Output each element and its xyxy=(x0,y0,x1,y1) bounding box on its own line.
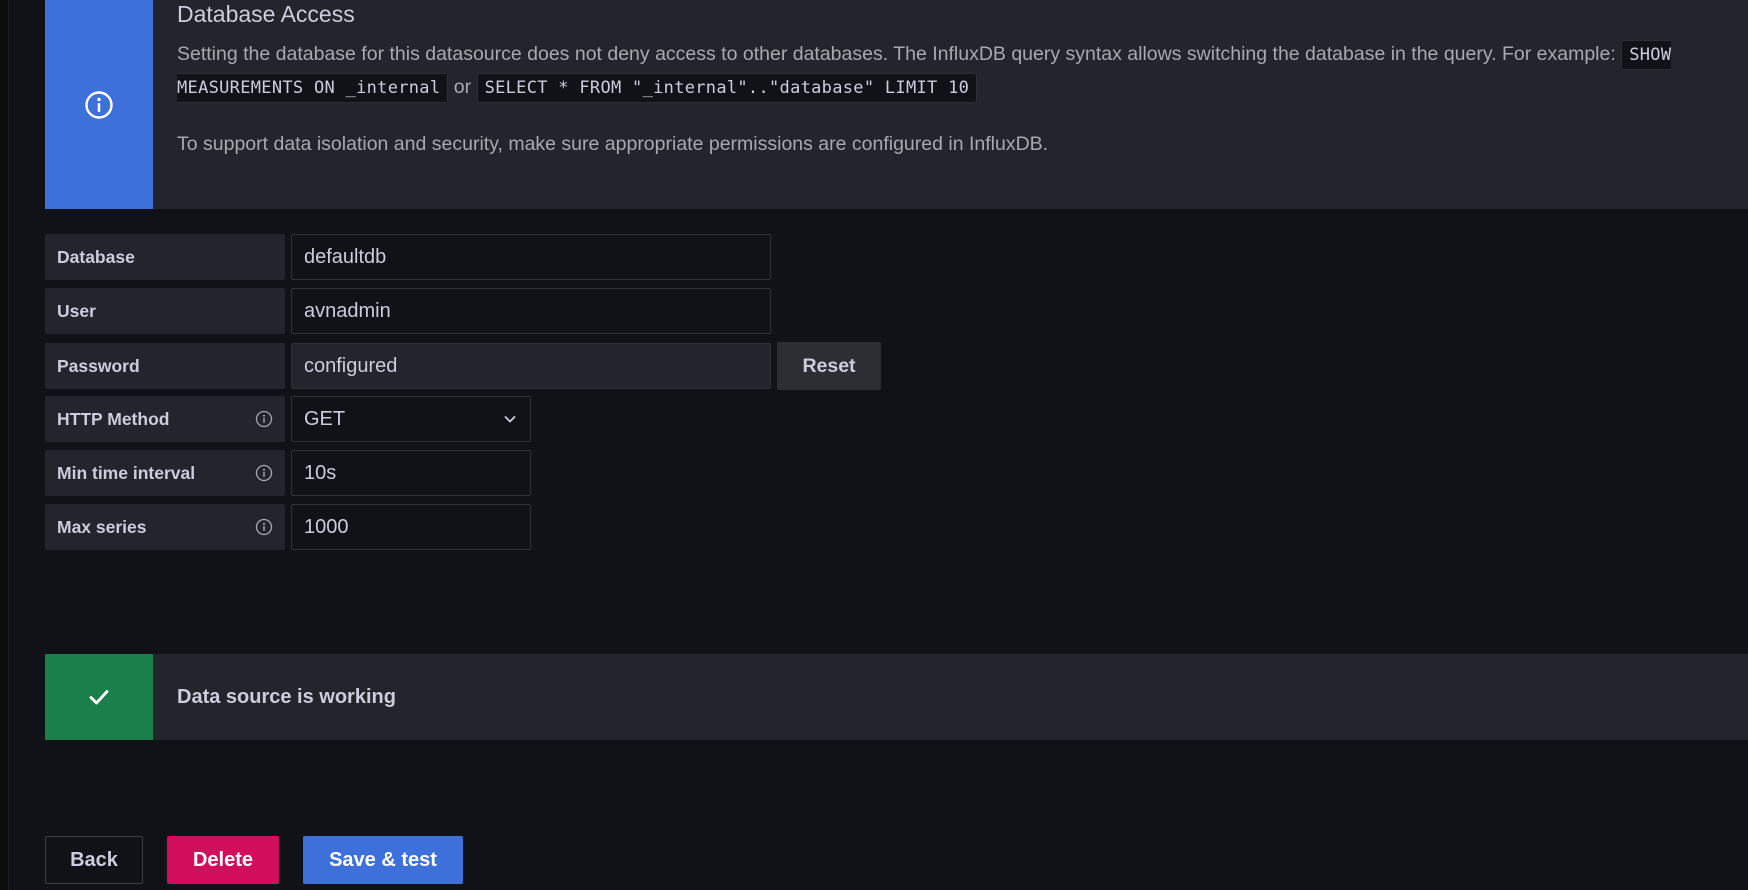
password-input: configured xyxy=(291,343,771,389)
password-input-value: configured xyxy=(304,354,398,377)
max-series-input[interactable]: 1000 xyxy=(291,504,531,550)
chevron-down-icon xyxy=(502,411,518,427)
database-label: Database xyxy=(45,234,285,280)
max-series-value: 1000 xyxy=(304,515,349,538)
min-time-interval-row: Min time interval 10s xyxy=(45,450,531,496)
success-icon-box xyxy=(45,654,153,740)
http-method-value: GET xyxy=(304,407,346,430)
http-method-row: HTTP Method GET xyxy=(45,396,531,442)
http-method-label-text: HTTP Method xyxy=(57,408,170,429)
success-message: Data source is working xyxy=(177,685,396,708)
info-icon[interactable] xyxy=(255,518,273,536)
min-time-interval-label: Min time interval xyxy=(45,450,285,496)
alert-title: Database Access xyxy=(177,1,355,27)
password-label: Password xyxy=(45,343,285,389)
database-row: Database defaultdb xyxy=(45,234,771,280)
alert-description: Setting the database for this datasource… xyxy=(177,38,1728,104)
save-and-test-button[interactable]: Save & test xyxy=(303,836,463,884)
password-label-text: Password xyxy=(57,355,140,376)
user-row: User avnadmin xyxy=(45,288,771,334)
delete-button[interactable]: Delete xyxy=(167,836,279,884)
datasource-settings-page: Database Access Setting the database for… xyxy=(45,0,1748,890)
alert-description-text: Setting the database for this datasource… xyxy=(177,43,1616,65)
user-input[interactable]: avnadmin xyxy=(291,288,771,334)
http-method-select[interactable]: GET xyxy=(291,396,531,442)
back-button[interactable]: Back xyxy=(45,836,143,884)
user-label-text: User xyxy=(57,300,96,321)
user-label: User xyxy=(45,288,285,334)
database-input[interactable]: defaultdb xyxy=(291,234,771,280)
password-row: Password configured Reset xyxy=(45,342,881,390)
database-label-text: Database xyxy=(57,246,135,267)
data-source-working-alert: Data source is working xyxy=(45,654,1748,740)
user-input-value: avnadmin xyxy=(304,299,391,322)
max-series-row: Max series 1000 xyxy=(45,504,531,550)
alert-body: Database Access Setting the database for… xyxy=(153,0,1748,209)
database-access-alert: Database Access Setting the database for… xyxy=(45,0,1748,209)
max-series-label: Max series xyxy=(45,504,285,550)
database-input-value: defaultdb xyxy=(304,245,387,268)
max-series-label-text: Max series xyxy=(57,516,147,537)
alert-icon-box xyxy=(45,0,153,209)
or-text: or xyxy=(453,76,472,98)
info-icon[interactable] xyxy=(255,464,273,482)
min-time-interval-label-text: Min time interval xyxy=(57,462,196,483)
check-icon xyxy=(86,684,112,710)
left-edge-divider xyxy=(0,0,9,890)
code-example-select: SELECT * FROM "_internal".."database" LI… xyxy=(476,73,978,103)
info-circle-icon xyxy=(84,90,114,120)
min-time-interval-input[interactable]: 10s xyxy=(291,450,531,496)
info-icon[interactable] xyxy=(255,410,273,428)
http-method-label: HTTP Method xyxy=(45,396,285,442)
alert-security-note: To support data isolation and security, … xyxy=(177,133,1049,155)
reset-password-button[interactable]: Reset xyxy=(777,342,881,390)
min-time-interval-value: 10s xyxy=(304,461,337,484)
